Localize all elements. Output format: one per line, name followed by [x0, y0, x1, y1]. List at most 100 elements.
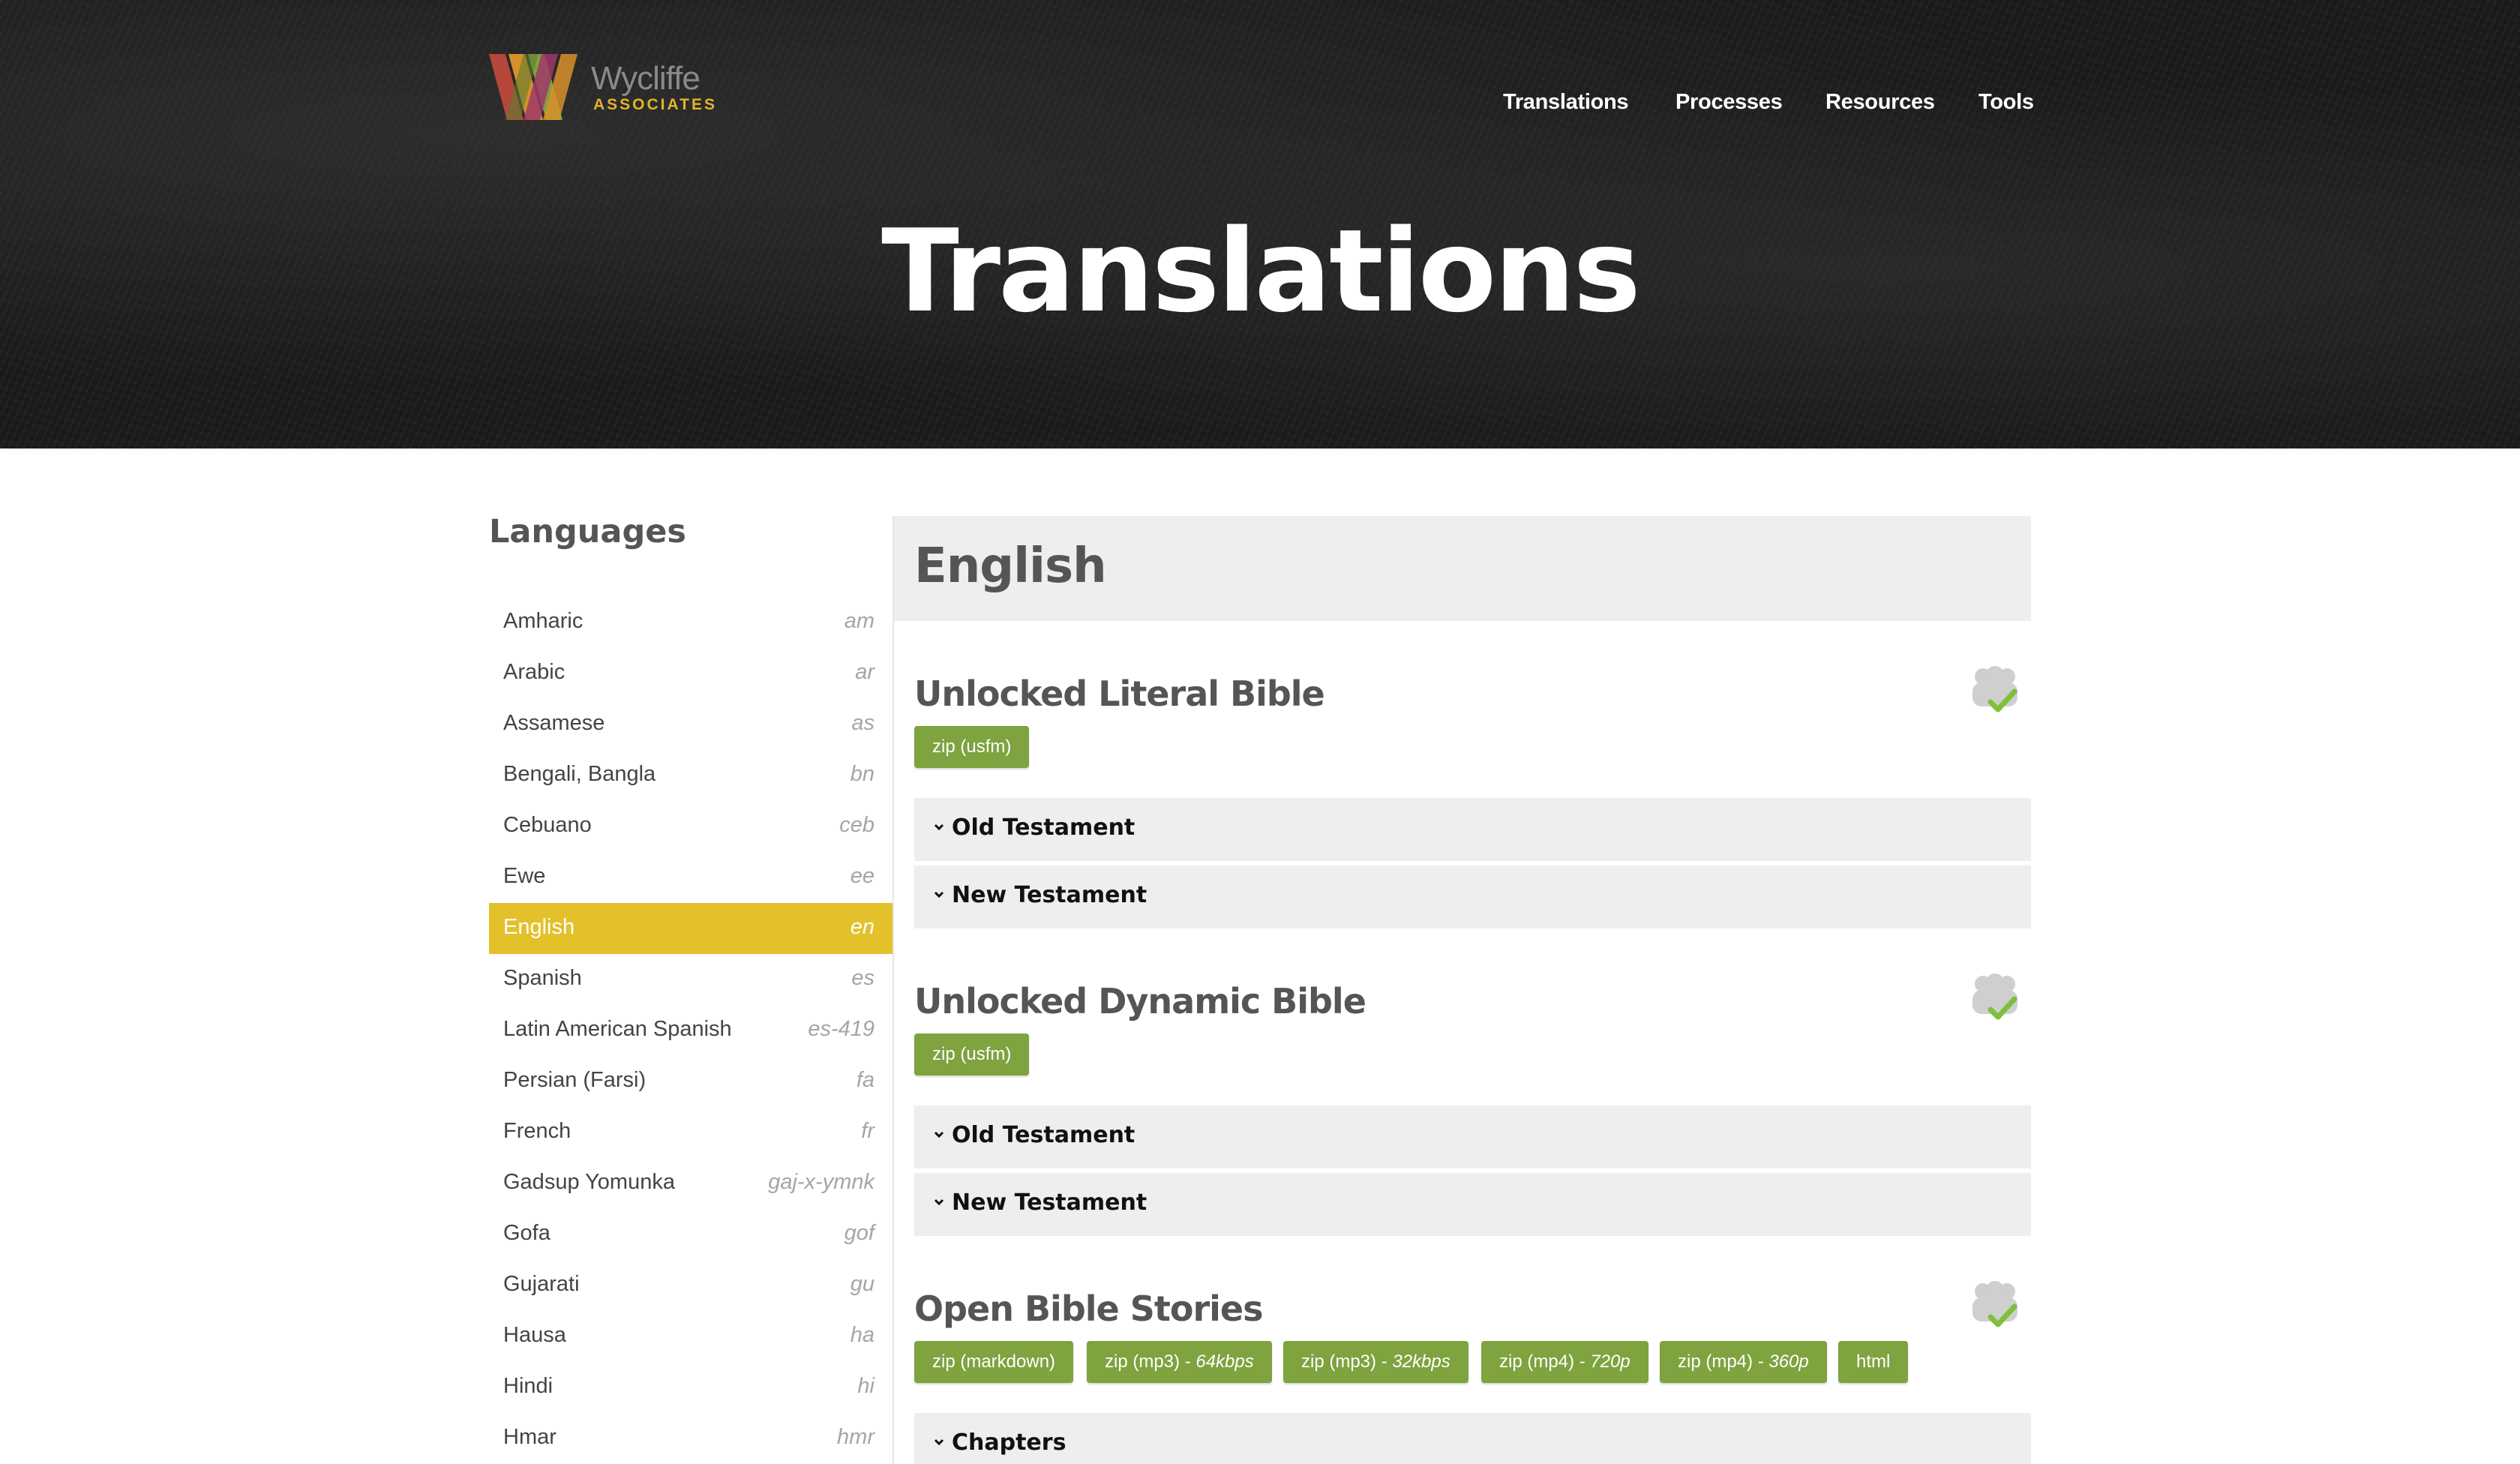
language-name: Bengali, Bangla — [503, 762, 656, 786]
language-code: hi — [857, 1374, 874, 1398]
accordion-old-testament[interactable]: Old Testament — [914, 798, 2031, 861]
language-item-ha[interactable]: Hausa ha — [489, 1311, 894, 1362]
button-label: zip (mp3) - — [1301, 1352, 1393, 1372]
language-code: ceb — [839, 813, 874, 837]
main-nav: Translations Processes Resources Tools — [0, 90, 2520, 128]
language-code: en — [850, 915, 874, 939]
download-zip-mp3-64kbps-button[interactable]: zip (mp3) - 64kbps — [1087, 1341, 1272, 1383]
language-code: am — [844, 609, 874, 633]
language-name: Hindi — [503, 1374, 554, 1398]
language-code: fa — [856, 1068, 874, 1092]
accordion-new-testament[interactable]: New Testament — [914, 1173, 2031, 1236]
language-code: ar — [855, 660, 874, 684]
language-code: gaj-x-ymnk — [768, 1170, 874, 1194]
language-name: French — [503, 1119, 572, 1143]
button-quality: 360p — [1768, 1352, 1809, 1372]
language-code: bn — [850, 762, 874, 786]
hero-banner: Wycliffe ASSOCIATES Translations Process… — [0, 0, 2520, 448]
language-item-es-419[interactable]: Latin American Spanish es-419 — [489, 1005, 894, 1056]
nav-translations[interactable]: Translations — [1503, 90, 1629, 115]
accordion-new-testament[interactable]: New Testament — [914, 866, 2031, 928]
language-code: es — [851, 966, 874, 990]
language-name: Assamese — [503, 711, 605, 735]
download-zip-markdown-button[interactable]: zip (markdown) — [914, 1341, 1074, 1383]
language-code: fr — [861, 1119, 874, 1143]
language-item-gu[interactable]: Gujarati gu — [489, 1260, 894, 1311]
language-item-fr[interactable]: French fr — [489, 1107, 894, 1158]
language-name: Cebuano — [503, 813, 592, 837]
button-label: zip (mp4) - — [1678, 1352, 1769, 1372]
button-quality: 64kbps — [1196, 1352, 1254, 1372]
nav-processes[interactable]: Processes — [1676, 90, 1783, 115]
language-code: ha — [850, 1323, 874, 1347]
button-label: zip (mp4) - — [1499, 1352, 1591, 1372]
language-name: Ewe — [503, 864, 546, 888]
download-zip-usfm-button[interactable]: zip (usfm) — [914, 726, 1030, 768]
language-item-hi[interactable]: Hindi hi — [489, 1362, 894, 1413]
languages-heading: Languages — [489, 513, 686, 550]
accordion-label: Old Testament — [952, 814, 1136, 841]
language-item-am[interactable]: Amharic am — [489, 597, 894, 648]
button-label: zip (mp3) - — [1105, 1352, 1196, 1372]
accordion-chapters[interactable]: Chapters — [914, 1413, 2031, 1464]
download-zip-mp4-720p-button[interactable]: zip (mp4) - 720p — [1481, 1341, 1648, 1383]
section-unlocked-literal-bible: Unlocked Literal Bible zip (usfm) Old Te… — [914, 666, 2031, 928]
button-label: zip (markdown) — [932, 1352, 1056, 1372]
sidebar-divider — [892, 516, 894, 1464]
section-title: Unlocked Literal Bible — [914, 674, 1325, 714]
language-item-bn[interactable]: Bengali, Bangla bn — [489, 750, 894, 801]
download-zip-usfm-button[interactable]: zip (usfm) — [914, 1034, 1030, 1076]
chevron-down-icon — [934, 1438, 944, 1446]
language-code: gof — [844, 1221, 874, 1245]
nav-resources[interactable]: Resources — [1826, 90, 1935, 115]
download-zip-mp4-360p-button[interactable]: zip (mp4) - 360p — [1660, 1341, 1827, 1383]
language-item-gaj-x-ymnk[interactable]: Gadsup Yomunka gaj-x-ymnk — [489, 1158, 894, 1209]
chevron-down-icon — [934, 891, 944, 898]
section-title: Open Bible Stories — [914, 1288, 1263, 1329]
language-item-ee[interactable]: Ewe ee — [489, 852, 894, 903]
chevron-down-icon — [934, 1198, 944, 1206]
language-header: English — [894, 516, 2031, 621]
language-list: Amharic am Arabic ar Assamese as Bengali, B… — [489, 597, 894, 1464]
language-item-gof[interactable]: Gofa gof — [489, 1209, 894, 1260]
language-name: Gujarati — [503, 1272, 580, 1296]
button-label: html — [1856, 1352, 1891, 1372]
language-item-as[interactable]: Assamese as — [489, 699, 894, 750]
section-open-bible-stories: Open Bible Stories zip (markdown) zip (m… — [914, 1281, 2031, 1464]
verified-group-icon — [1972, 666, 2018, 712]
language-item-en-selected[interactable]: English en — [489, 903, 894, 954]
verified-group-icon — [1972, 1281, 2018, 1328]
accordion-label: Chapters — [952, 1430, 1066, 1456]
language-name: Hmar — [503, 1425, 556, 1449]
page-title: Translations — [881, 205, 1641, 338]
verified-group-icon — [1972, 974, 2018, 1020]
language-item-es[interactable]: Spanish es — [489, 954, 894, 1005]
language-title: English — [914, 538, 1107, 594]
accordion-old-testament[interactable]: Old Testament — [914, 1106, 2031, 1168]
language-item-fa[interactable]: Persian (Farsi) fa — [489, 1056, 894, 1107]
language-item-hmr[interactable]: Hmar hmr — [489, 1413, 894, 1464]
language-name: Persian (Farsi) — [503, 1068, 646, 1092]
section-unlocked-dynamic-bible: Unlocked Dynamic Bible zip (usfm) Old Te… — [914, 974, 2031, 1236]
language-code: as — [851, 711, 874, 735]
language-name: Amharic — [503, 609, 584, 633]
nav-tools[interactable]: Tools — [1978, 90, 2034, 115]
download-html-button[interactable]: html — [1838, 1341, 1909, 1383]
language-code: ee — [850, 864, 874, 888]
language-name: Arabic — [503, 660, 566, 684]
language-name: Gadsup Yomunka — [503, 1170, 675, 1194]
language-name: Hausa — [503, 1323, 566, 1347]
section-title: Unlocked Dynamic Bible — [914, 981, 1366, 1022]
language-code: hmr — [837, 1425, 874, 1449]
language-item-ceb[interactable]: Cebuano ceb — [489, 801, 894, 852]
accordion-label: New Testament — [952, 882, 1148, 908]
language-name: English — [503, 915, 575, 939]
button-quality: 720p — [1590, 1352, 1630, 1372]
language-item-ar[interactable]: Arabic ar — [489, 648, 894, 699]
download-zip-mp3-32kbps-button[interactable]: zip (mp3) - 32kbps — [1283, 1341, 1468, 1383]
language-code: gu — [850, 1272, 874, 1296]
chevron-down-icon — [934, 824, 944, 831]
accordion-label: New Testament — [952, 1190, 1148, 1216]
chevron-down-icon — [934, 1131, 944, 1138]
language-name: Latin American Spanish — [503, 1017, 732, 1041]
